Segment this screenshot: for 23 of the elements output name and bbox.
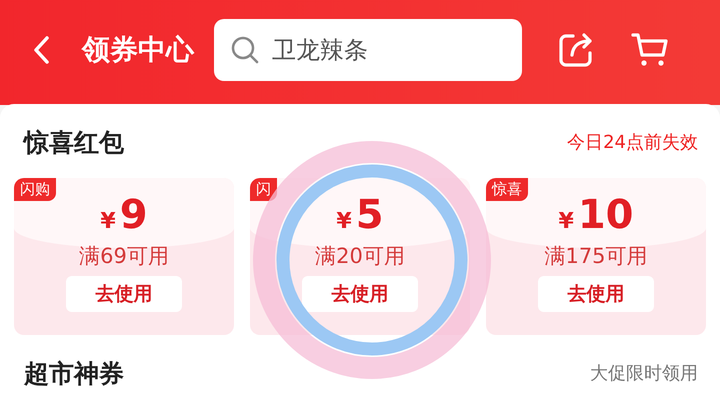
use-button[interactable]: 去使用: [302, 276, 418, 312]
search-icon: [230, 34, 260, 64]
search-field[interactable]: 卫龙辣条: [214, 18, 522, 80]
section-title: 超市神券: [24, 358, 124, 390]
coupon-condition: 满20可用: [315, 243, 405, 270]
coupon-condition: 满175可用: [544, 243, 648, 270]
section-note: 大促限时领用: [590, 362, 698, 385]
coupon-tag: 闪购: [14, 178, 56, 201]
coupon-amount: 5: [356, 192, 384, 238]
currency-symbol: ¥: [558, 209, 574, 234]
use-button[interactable]: 去使用: [66, 276, 182, 312]
currency-symbol: ¥: [336, 209, 352, 234]
section-note: 今日24点前失效: [567, 131, 698, 154]
coupon-tag: 闪: [250, 178, 277, 201]
coupon-amount: 10: [578, 192, 634, 238]
page-title: 领券中心: [82, 32, 194, 68]
coupon-amount: 9: [120, 192, 148, 238]
currency-symbol: ¥: [100, 209, 116, 234]
use-button[interactable]: 去使用: [538, 276, 654, 312]
back-icon[interactable]: [32, 34, 52, 64]
section-title: 惊喜红包: [24, 126, 124, 158]
coupon-tag: 惊喜: [486, 178, 528, 201]
coupon-condition: 满69可用: [79, 243, 169, 270]
